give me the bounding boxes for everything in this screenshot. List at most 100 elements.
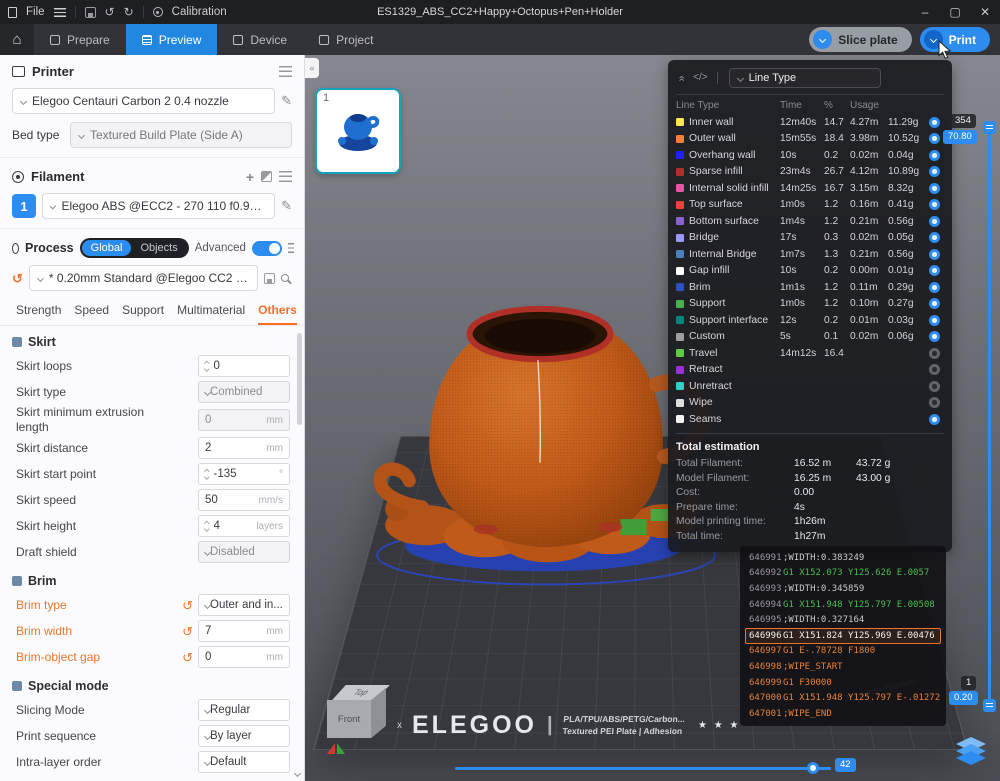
spin-down-icon[interactable]: [204, 526, 210, 532]
minimize-button[interactable]: –: [910, 0, 940, 24]
gcode-line[interactable]: 646997 G1 E-.78728 F1800: [745, 644, 941, 660]
gcode-line[interactable]: 646998 ;WIPE_START: [745, 659, 941, 675]
dropdown[interactable]: By layer: [198, 725, 290, 747]
tab-prepare[interactable]: Prepare: [34, 24, 126, 55]
main-menu-icon[interactable]: [53, 7, 66, 17]
close-button[interactable]: ✕: [970, 0, 1000, 24]
sidebar-scrollbar[interactable]: [297, 333, 302, 425]
printer-settings-icon[interactable]: [279, 66, 292, 77]
visibility-eye-icon[interactable]: [929, 281, 940, 293]
calibration-icon[interactable]: [152, 7, 163, 17]
dropdown[interactable]: Regular: [198, 699, 290, 721]
add-filament-icon[interactable]: +: [246, 170, 254, 184]
reset-setting-icon[interactable]: ↺: [182, 625, 193, 638]
spinner-arrows[interactable]: [204, 468, 210, 480]
filament-slot-badge[interactable]: 1: [12, 194, 36, 218]
advanced-toggle[interactable]: [251, 240, 282, 256]
gcode-window-icon[interactable]: </>: [693, 73, 707, 83]
visibility-eye-icon[interactable]: [929, 380, 940, 392]
layer-slider-bottom-handle[interactable]: [983, 699, 996, 712]
dropdown[interactable]: Outer and in...: [198, 594, 290, 616]
visibility-eye-icon[interactable]: [929, 298, 940, 310]
move-slider-track[interactable]: [455, 767, 831, 770]
settings-tab-speed[interactable]: Speed: [74, 303, 109, 325]
dropdown[interactable]: Default: [198, 751, 290, 773]
gcode-line[interactable]: 647001 ;WIPE_END: [745, 706, 941, 722]
gcode-line[interactable]: 646999 G1 F30000: [745, 675, 941, 691]
viewport-3d[interactable]: « 1 « </> Line Type Line Type Time % Usa…: [305, 55, 1000, 781]
value-field[interactable]: 2 mm: [198, 437, 290, 459]
visibility-eye-icon[interactable]: [929, 364, 940, 376]
settings-tab-strength[interactable]: Strength: [16, 303, 61, 325]
search-settings-icon[interactable]: [281, 274, 289, 282]
move-slider-handle[interactable]: [807, 762, 819, 774]
visibility-eye-icon[interactable]: [929, 166, 940, 178]
octopus-model[interactable]: [367, 255, 719, 593]
visibility-eye-icon[interactable]: [929, 265, 940, 277]
save-project-icon[interactable]: [84, 6, 96, 18]
visibility-eye-icon[interactable]: [929, 215, 940, 227]
save-preset-icon[interactable]: [264, 272, 275, 284]
gcode-line[interactable]: 646996 G1 X151.824 Y125.969 E.00476: [745, 627, 941, 644]
value-field[interactable]: 7 mm: [198, 620, 290, 642]
visibility-eye-icon[interactable]: [929, 133, 940, 145]
tab-device[interactable]: Device: [217, 24, 303, 55]
value-field[interactable]: 50 mm/s: [198, 489, 290, 511]
spin-up-icon[interactable]: [204, 520, 210, 526]
visibility-eye-icon[interactable]: [929, 182, 940, 194]
settings-tab-support[interactable]: Support: [122, 303, 164, 325]
maximize-button[interactable]: ▢: [940, 0, 970, 24]
value-field[interactable]: -135 °: [198, 463, 290, 485]
spin-down-icon[interactable]: [204, 474, 210, 480]
filament-preset-dropdown[interactable]: Elegoo ABS @ECC2 - 270 110 f0.98 MVS18: [42, 193, 276, 219]
gcode-line[interactable]: 646992 G1 X152.073 Y125.626 E.0057: [745, 566, 941, 582]
value-field[interactable]: 0: [198, 355, 290, 377]
visibility-eye-icon[interactable]: [929, 248, 940, 260]
spinner-arrows[interactable]: [204, 360, 210, 372]
bed-type-dropdown[interactable]: Textured Build Plate (Side A): [70, 122, 292, 148]
menu-file[interactable]: File: [26, 6, 45, 18]
scope-objects-button[interactable]: Objects: [131, 240, 186, 256]
process-preset-dropdown[interactable]: * 0.20mm Standard @Elegoo CC2 0...: [28, 265, 258, 291]
visibility-eye-icon[interactable]: [929, 413, 940, 425]
flush-volumes-icon[interactable]: [261, 171, 272, 182]
visibility-eye-icon[interactable]: [929, 314, 940, 326]
filament-settings-icon[interactable]: [279, 171, 292, 182]
reset-setting-icon[interactable]: ↺: [182, 599, 193, 612]
menu-calibration[interactable]: Calibration: [172, 6, 227, 18]
tab-preview[interactable]: Preview: [125, 24, 218, 55]
preset-history-icon[interactable]: ↺: [12, 272, 23, 285]
visibility-eye-icon[interactable]: [929, 397, 940, 409]
edit-printer-icon[interactable]: ✎: [281, 93, 292, 109]
gcode-line[interactable]: 646995 ;WIDTH:0.327164: [745, 612, 941, 628]
scope-global-button[interactable]: Global: [81, 240, 132, 256]
dropdown[interactable]: Disabled: [198, 541, 290, 563]
assembly-layers-icon[interactable]: [953, 735, 989, 767]
value-field[interactable]: 0 mm: [198, 646, 290, 668]
redo-icon[interactable]: ↻: [124, 6, 134, 18]
printer-preset-dropdown[interactable]: Elegoo Centauri Carbon 2 0.4 nozzle: [12, 88, 276, 114]
spin-up-icon[interactable]: [204, 468, 210, 474]
value-field[interactable]: 0 mm: [198, 409, 290, 431]
value-field[interactable]: 4 layers: [198, 515, 290, 537]
navigation-cube[interactable]: Top Front: [325, 685, 395, 747]
visibility-eye-icon[interactable]: [929, 149, 940, 161]
view-type-dropdown[interactable]: Line Type: [728, 68, 881, 88]
visibility-eye-icon[interactable]: [929, 347, 940, 359]
print-button[interactable]: Print: [919, 27, 990, 52]
layer-slider-track[interactable]: [988, 127, 991, 705]
gcode-line[interactable]: 646994 G1 X151.948 Y125.797 E.00508: [745, 597, 941, 613]
gcode-line[interactable]: 646991 ;WIDTH:0.383249: [745, 550, 941, 566]
tab-project[interactable]: Project: [303, 24, 389, 55]
nav-cube-front-face[interactable]: Front: [327, 700, 371, 738]
process-scope-toggle[interactable]: Global Objects: [79, 238, 189, 258]
spin-down-icon[interactable]: [204, 366, 210, 372]
objects-list-icon[interactable]: [287, 243, 294, 253]
visibility-eye-icon[interactable]: [929, 116, 940, 128]
sidebar-collapse-button[interactable]: «: [305, 58, 319, 78]
gcode-line[interactable]: 646993 ;WIDTH:0.345859: [745, 581, 941, 597]
spinner-arrows[interactable]: [204, 520, 210, 532]
home-button[interactable]: ⌂: [0, 24, 34, 55]
move-slider[interactable]: [455, 761, 831, 775]
edit-filament-icon[interactable]: ✎: [281, 198, 292, 214]
